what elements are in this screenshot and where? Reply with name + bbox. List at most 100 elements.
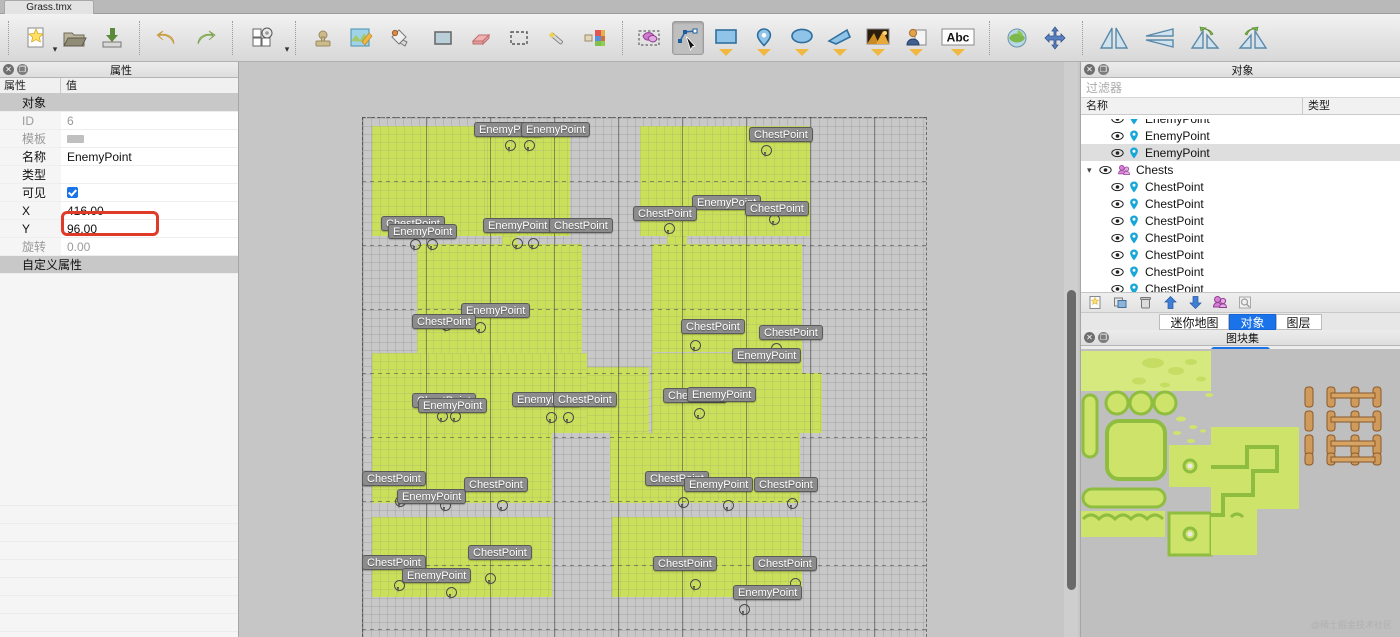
float-icon[interactable]: ❐	[1098, 332, 1109, 343]
map-canvas[interactable]: EnemyPoint EnemyPoint ChestPoint EnemyPoint…	[239, 62, 1080, 637]
map-point-marker[interactable]	[512, 238, 523, 251]
map-object-label[interactable]: ChestPoint	[412, 314, 476, 329]
document-tab-grass-tmx[interactable]: Grass.tmx	[4, 0, 94, 14]
delete-object-icon[interactable]	[1137, 295, 1153, 311]
highlight-layer-icon[interactable]	[1001, 21, 1033, 55]
eraser-icon[interactable]	[465, 21, 497, 55]
tile-edit-icon[interactable]: ▾	[244, 21, 289, 55]
map-point-marker[interactable]	[475, 322, 486, 335]
object-list-item[interactable]: ChestPoint	[1081, 212, 1400, 229]
close-icon[interactable]: ✕	[1084, 332, 1095, 343]
map-point-marker[interactable]	[723, 500, 734, 513]
map-point-marker[interactable]	[678, 497, 689, 510]
map-object-label[interactable]: ChestPoint	[753, 556, 817, 571]
object-list-item[interactable]: EnemyPoint	[1081, 119, 1400, 127]
close-icon[interactable]: ✕	[3, 64, 14, 75]
map-point-marker[interactable]	[528, 238, 539, 251]
map-point-marker[interactable]	[427, 239, 438, 252]
property-row-visible[interactable]: 可见	[0, 184, 238, 202]
terrain-brush-icon[interactable]	[345, 21, 377, 55]
object-list-item[interactable]: ChestPoint	[1081, 280, 1400, 292]
type-input[interactable]	[61, 166, 238, 183]
map-object-label[interactable]: EnemyPoint	[733, 585, 803, 600]
move-down-icon[interactable]	[1187, 295, 1203, 311]
map-point-marker[interactable]	[761, 145, 772, 158]
select-objects-icon[interactable]	[634, 21, 666, 55]
edit-polygons-icon[interactable]	[672, 20, 704, 55]
chevron-down-icon[interactable]: ▾	[1087, 165, 1097, 175]
flip-horizontal-icon[interactable]	[1094, 21, 1134, 55]
property-row-type[interactable]: 类型	[0, 166, 238, 184]
map-object-label[interactable]: ChestPoint	[633, 206, 697, 221]
visibility-eye-icon[interactable]	[1111, 148, 1124, 158]
map-point-marker[interactable]	[690, 340, 701, 353]
object-list-item[interactable]: ChestPoint	[1081, 178, 1400, 195]
property-row-y[interactable]: Y 96.00	[0, 220, 238, 238]
map-point-marker[interactable]	[739, 604, 750, 617]
insert-point-icon[interactable]	[748, 21, 780, 56]
visibility-eye-icon[interactable]	[1111, 233, 1124, 243]
object-list-item[interactable]: EnemyPoint	[1081, 127, 1400, 144]
float-icon[interactable]: ❐	[1098, 64, 1109, 75]
map-point-marker[interactable]	[505, 140, 516, 153]
rect-select-icon[interactable]	[503, 21, 535, 55]
flip-vertical-icon[interactable]	[1140, 21, 1180, 55]
visibility-eye-icon[interactable]	[1111, 267, 1124, 277]
pan-icon[interactable]	[1039, 21, 1071, 55]
map-object-label[interactable]: EnemyPoint	[521, 122, 591, 137]
close-icon[interactable]: ✕	[1084, 64, 1095, 75]
custom-properties-empty-area[interactable]	[0, 275, 238, 637]
map-object-label[interactable]: EnemyPoint	[388, 224, 458, 239]
new-map-icon[interactable]: ▾	[20, 21, 57, 55]
insert-rectangle-icon[interactable]	[710, 21, 742, 56]
insert-tile-icon[interactable]	[862, 21, 894, 56]
object-list-item[interactable]: EnemyPoint	[1081, 144, 1400, 161]
insert-ellipse-icon[interactable]	[786, 21, 818, 56]
object-list-item[interactable]: ChestPoint	[1081, 246, 1400, 263]
map-point-marker[interactable]	[485, 573, 496, 586]
canvas-vertical-scrollbar[interactable]	[1064, 62, 1078, 637]
map-object-label[interactable]: EnemyPoint	[483, 218, 553, 233]
zoom-to-object-icon[interactable]	[1237, 295, 1253, 311]
tab-layers[interactable]: 图层	[1275, 313, 1322, 330]
map-object-label[interactable]: ChestPoint	[549, 218, 613, 233]
map-object-label[interactable]: EnemyPoint	[687, 387, 757, 402]
map-object-label[interactable]: ChestPoint	[754, 477, 818, 492]
map-point-marker[interactable]	[394, 580, 405, 593]
map-object-label[interactable]: ChestPoint	[653, 556, 717, 571]
visibility-eye-icon[interactable]	[1111, 216, 1124, 226]
map-object-label[interactable]: ChestPoint	[745, 201, 809, 216]
visible-checkbox[interactable]	[67, 187, 78, 198]
property-row-template[interactable]: 模板	[0, 130, 238, 148]
map-point-marker[interactable]	[524, 140, 535, 153]
tileset-tile-grid[interactable]: @稀土掘金技术社区	[1081, 349, 1400, 637]
visibility-eye-icon[interactable]	[1111, 250, 1124, 260]
save-file-icon[interactable]	[96, 21, 128, 55]
redo-icon[interactable]	[189, 21, 221, 55]
map-point-marker[interactable]	[690, 579, 701, 592]
object-list-item[interactable]: ChestPoint	[1081, 229, 1400, 246]
map-point-marker[interactable]	[446, 587, 457, 600]
map-point-marker[interactable]	[497, 500, 508, 513]
property-row-x[interactable]: X 416.00	[0, 202, 238, 220]
map-object-label[interactable]: ChestPoint	[553, 392, 617, 407]
map-object-label[interactable]: ChestPoint	[464, 477, 528, 492]
map-object-label[interactable]: EnemyPoint	[402, 568, 472, 583]
property-row-name[interactable]: 名称 EnemyPoint	[0, 148, 238, 166]
map-point-marker[interactable]	[787, 498, 798, 511]
map-object-label[interactable]: EnemyPoint	[684, 477, 754, 492]
map-object-label[interactable]: ChestPoint	[681, 319, 745, 334]
visibility-eye-icon[interactable]	[1111, 131, 1124, 141]
object-group-icon[interactable]	[1212, 295, 1228, 311]
scrollbar-thumb[interactable]	[1067, 290, 1076, 590]
same-tile-select-icon[interactable]	[579, 21, 611, 55]
float-icon[interactable]: ❐	[17, 64, 28, 75]
visibility-eye-icon[interactable]	[1111, 119, 1124, 124]
map-object-label[interactable]: ChestPoint	[759, 325, 823, 340]
visibility-eye-icon[interactable]	[1111, 182, 1124, 192]
name-input[interactable]: EnemyPoint	[61, 148, 238, 165]
map-object-label[interactable]: ChestPoint	[468, 545, 532, 560]
visibility-eye-icon[interactable]	[1111, 284, 1124, 293]
move-up-icon[interactable]	[1162, 295, 1178, 311]
chevron-down-icon[interactable]: ▾	[282, 44, 292, 53]
